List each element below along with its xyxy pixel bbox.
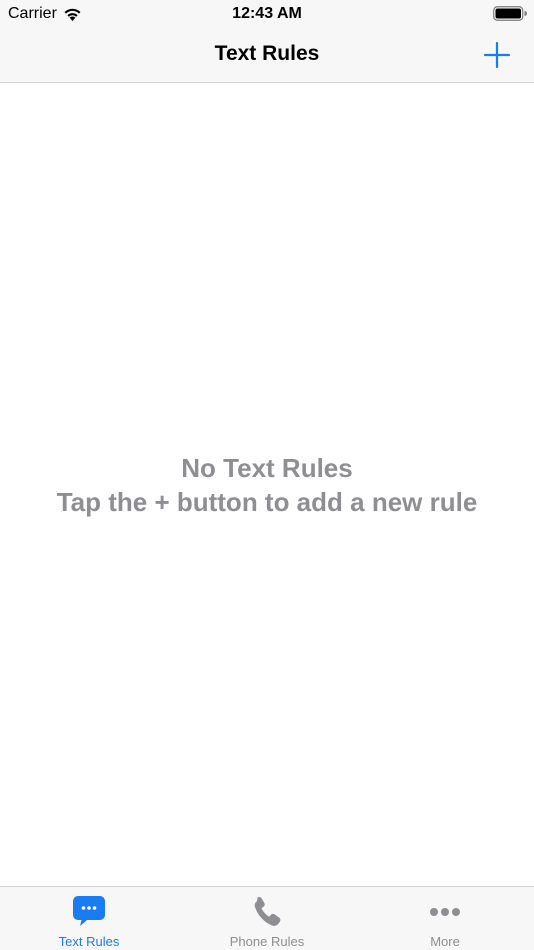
- tab-phone-rules[interactable]: Phone Rules: [178, 887, 356, 950]
- plus-icon: [483, 41, 511, 69]
- message-bubble-icon: [73, 896, 105, 926]
- phone-icon: [254, 896, 281, 926]
- more-icon: [430, 908, 460, 916]
- tab-label: Phone Rules: [229, 934, 305, 949]
- status-bar: Carrier 12:43 AM: [0, 0, 534, 28]
- tab-bar: Text Rules Phone Rules More: [0, 886, 534, 950]
- tab-text-rules[interactable]: Text Rules: [0, 887, 178, 950]
- add-rule-button[interactable]: [482, 40, 512, 70]
- battery-icon: [493, 6, 527, 21]
- tab-label: More: [430, 934, 460, 949]
- tab-more[interactable]: More: [356, 887, 534, 950]
- empty-state-hint: Tap the + button to add a new rule: [56, 487, 478, 517]
- page-title: Text Rules: [214, 42, 320, 65]
- navigation-bar: Text Rules: [0, 28, 534, 83]
- empty-state: No Text Rules Tap the + button to add a …: [0, 451, 534, 519]
- tab-label: Text Rules: [58, 934, 120, 949]
- empty-state-title: No Text Rules: [181, 453, 353, 483]
- status-time: 12:43 AM: [232, 5, 302, 22]
- screen: Carrier 12:43 AM Text Rules No Text Rule…: [0, 0, 534, 950]
